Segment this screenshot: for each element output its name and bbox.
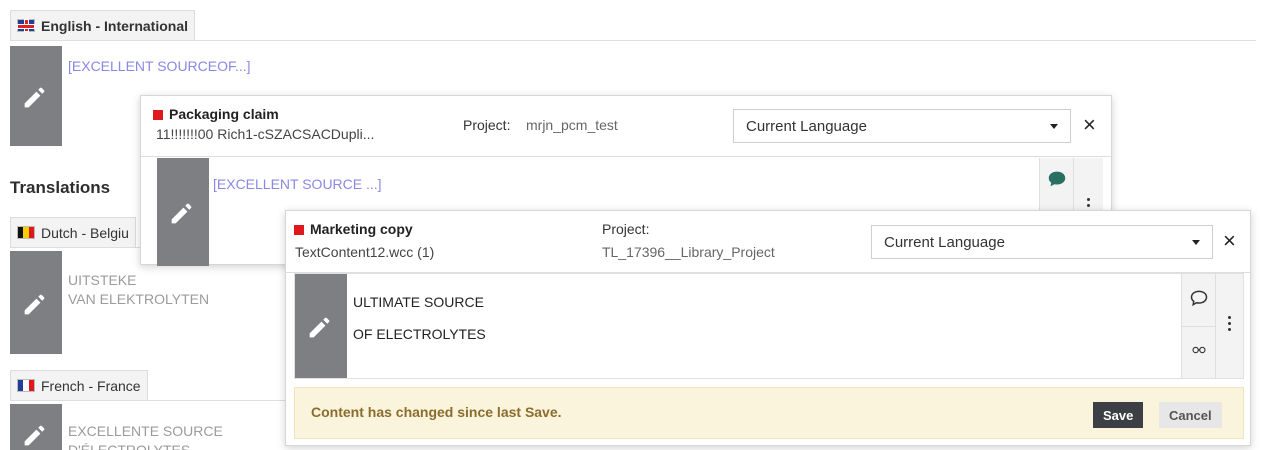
translations-heading: Translations xyxy=(10,178,111,197)
save-button[interactable]: Save xyxy=(1093,402,1144,428)
pencil-icon xyxy=(171,203,192,224)
more-column xyxy=(1215,274,1243,378)
claim-type-label: Packaging claim xyxy=(153,106,279,122)
link-icon[interactable] xyxy=(1189,342,1209,358)
unsaved-changes-message: Content has changed since last Save. xyxy=(311,404,562,420)
france-flag-icon xyxy=(17,379,35,392)
comment-column xyxy=(1181,274,1215,378)
chevron-down-icon xyxy=(1192,239,1200,245)
claim-id: TextContent12.wcc (1) xyxy=(295,244,435,260)
divider xyxy=(10,40,1256,41)
claim-id: 11!!!!!!!00 Rich1-cSZACSACDupli... xyxy=(156,126,375,142)
divider xyxy=(1182,326,1215,327)
pencil-icon xyxy=(24,87,45,108)
project-value: TL_17396__Library_Project xyxy=(602,244,775,260)
divider xyxy=(141,156,1111,157)
tab-french[interactable]: French - France xyxy=(10,370,148,400)
pencil-icon xyxy=(309,317,330,338)
dutch-content-line1: UITSTEKE xyxy=(68,272,137,288)
comment-icon[interactable] xyxy=(1189,288,1209,308)
close-icon[interactable]: × xyxy=(1083,114,1096,136)
claim-color-icon xyxy=(153,110,163,121)
comment-icon[interactable] xyxy=(1046,168,1068,190)
edit-tile-dutch[interactable] xyxy=(10,251,62,354)
project-label: Project: xyxy=(463,117,511,133)
dutch-content-line2: VAN ELEKTROLYTEN xyxy=(68,291,210,307)
edit-tile-packaging[interactable] xyxy=(157,158,209,266)
tab-english[interactable]: English - International xyxy=(10,10,196,40)
tab-dutch[interactable]: Dutch - Belgiu xyxy=(10,217,136,247)
pencil-icon xyxy=(24,425,45,446)
project-value: mrjn_pcm_test xyxy=(526,117,618,133)
french-content-line1: EXCELLENTE SOURCE xyxy=(68,423,223,439)
uk-flag-icon xyxy=(17,19,35,32)
edit-tile-french[interactable] xyxy=(10,404,62,450)
belgium-flag-icon xyxy=(17,226,35,239)
language-select[interactable]: Current Language xyxy=(733,109,1071,143)
french-content-line2: D'ÉLECTROLYTES xyxy=(68,442,191,450)
language-select-value: Current Language xyxy=(884,233,1005,251)
cancel-button[interactable]: Cancel xyxy=(1159,402,1222,428)
divider xyxy=(10,400,290,401)
claim-type-label: Marketing copy xyxy=(294,221,413,237)
edit-tile-english[interactable] xyxy=(10,46,62,146)
english-content: [EXCELLENT SOURCEOF...] xyxy=(68,58,251,74)
content-editor[interactable]: ULTIMATE SOURCE OF ELECTROLYTES xyxy=(294,273,1244,379)
close-icon[interactable]: × xyxy=(1223,230,1236,252)
project-label: Project: xyxy=(602,221,650,237)
edit-tile-marketing[interactable] xyxy=(295,274,347,378)
language-select-value: Current Language xyxy=(746,117,867,135)
tab-french-label: French - France xyxy=(41,377,141,394)
packaging-content[interactable]: [EXCELLENT SOURCE ...] xyxy=(213,176,382,192)
claim-color-icon xyxy=(294,225,304,236)
pencil-icon xyxy=(24,294,45,314)
tab-dutch-label: Dutch - Belgiu xyxy=(41,224,129,241)
more-options-icon[interactable] xyxy=(1228,316,1231,331)
tab-english-label: English - International xyxy=(41,17,189,34)
marketing-content-line1: ULTIMATE SOURCE xyxy=(353,294,484,310)
marketing-copy-popover: Marketing copy TextContent12.wcc (1) Pro… xyxy=(285,210,1251,446)
marketing-content-line2: OF ELECTROLYTES xyxy=(353,326,486,342)
chevron-down-icon xyxy=(1050,123,1058,129)
unsaved-changes-banner: Content has changed since last Save. Sav… xyxy=(294,387,1244,439)
language-select[interactable]: Current Language xyxy=(871,225,1213,259)
